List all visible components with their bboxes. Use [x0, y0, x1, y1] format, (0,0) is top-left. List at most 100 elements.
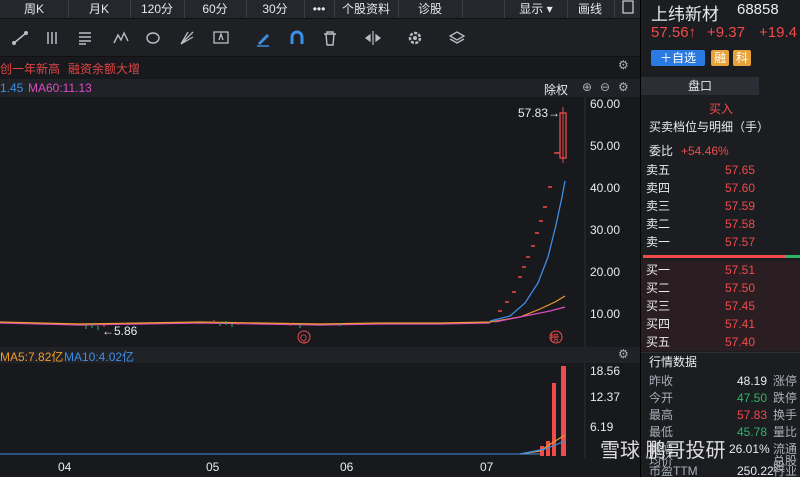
gann-tool-icon[interactable]	[172, 19, 202, 56]
signal-margin-increase[interactable]: 融资余额大增	[68, 60, 140, 77]
ask-label: 卖五	[646, 163, 671, 177]
webi-row: 委比 +54.46%	[641, 142, 800, 160]
price-tick-50: 50.00	[590, 139, 620, 153]
quote-row: 市盈TTM 250.22 行业	[641, 466, 800, 477]
gear-icon[interactable]: ⚙	[618, 80, 629, 94]
ask-label: 卖一	[646, 235, 671, 249]
x-tick-06: 06	[340, 460, 354, 474]
ask-label: 卖四	[646, 181, 671, 195]
vol-tick-low: 6.19	[590, 420, 614, 434]
tab-30min[interactable]: 30分	[246, 0, 305, 18]
display-menu[interactable]: 显示 ▾	[504, 0, 568, 18]
ask-row[interactable]: 卖三 57.59	[641, 197, 800, 215]
quote-value: 47.50	[737, 391, 768, 405]
price-tick-60: 60.00	[590, 97, 620, 111]
q-badge-label: Q	[300, 333, 307, 343]
ask-price: 57.60	[725, 181, 756, 195]
tab-more[interactable]: •••	[304, 0, 335, 18]
bid-price: 57.51	[725, 263, 756, 277]
webi-label: 委比	[649, 144, 674, 158]
quote-label: 市盈TTM	[649, 466, 698, 477]
bid-row[interactable]: 买二 57.50	[641, 279, 800, 297]
chuquan-toggle[interactable]: 除权	[544, 81, 568, 98]
quote-right-label: 量比	[773, 425, 798, 439]
bid-label: 买三	[646, 299, 671, 313]
tab-monthly-k[interactable]: 月K	[68, 0, 131, 18]
fibonacci-tool-icon[interactable]	[70, 19, 100, 56]
bid-row[interactable]: 买五 57.40	[641, 333, 800, 351]
ask-price: 57.59	[725, 199, 756, 213]
buy-sell-ratio-bar-green	[785, 255, 800, 258]
ask-price: 57.57	[725, 235, 756, 249]
bid-row[interactable]: 买一 57.51	[641, 261, 800, 279]
signal-new-high[interactable]: 创一年新高	[0, 60, 60, 77]
bid-price: 57.40	[725, 335, 756, 349]
tab-60min[interactable]: 60分	[184, 0, 247, 18]
price-axis: 60.00 50.00 40.00 30.00 20.00 10.00	[590, 97, 620, 321]
bid-price: 57.45	[725, 299, 756, 313]
star-market-badge[interactable]: 科	[733, 50, 751, 66]
price-tick-40: 40.00	[590, 181, 620, 195]
bid-label: 买一	[646, 263, 671, 277]
price-tick-30: 30.00	[590, 223, 620, 237]
line-segment-tool-icon[interactable]	[5, 19, 35, 56]
tab-diagnosis[interactable]: 诊股	[398, 0, 463, 18]
chevron-down-icon: ▾	[546, 2, 553, 16]
bid-price: 57.41	[725, 317, 756, 331]
layers-icon[interactable]	[442, 19, 472, 56]
tab-weekly-k[interactable]: 周K	[0, 0, 69, 18]
trash-icon[interactable]	[315, 19, 345, 56]
tab-120min[interactable]: 120分	[130, 0, 185, 18]
quote-row: 今开 47.50 跌停	[641, 389, 800, 407]
quote-row: 昨收 48.19 涨停	[641, 372, 800, 390]
margin-badge[interactable]: 融	[711, 50, 729, 66]
wave-tool-icon[interactable]	[106, 19, 136, 56]
price-change: +9.37	[707, 24, 745, 41]
quote-value: 250.22	[737, 466, 774, 477]
zoom-in-icon[interactable]: ⊕	[582, 80, 592, 94]
drawing-toolbar	[0, 19, 640, 57]
bid-row[interactable]: 买三 57.45	[641, 297, 800, 315]
ask-row[interactable]: 卖二 57.58	[641, 215, 800, 233]
ask-label: 卖二	[646, 217, 671, 231]
magnet-icon[interactable]	[282, 19, 312, 56]
last-price: 57.56↑	[651, 24, 697, 41]
quote-label: 昨收	[649, 374, 674, 388]
quote-row: 最高 57.83 换手	[641, 406, 800, 424]
ask-row[interactable]: 卖五 57.65	[641, 161, 800, 179]
add-watchlist-button[interactable]: ＋自选	[651, 50, 705, 66]
candles-rising	[498, 186, 552, 312]
gear-icon[interactable]: ⚙	[618, 58, 629, 72]
pen-icon[interactable]	[248, 19, 278, 56]
tab-stock-profile[interactable]: 个股资料	[334, 0, 399, 18]
tab-order-book[interactable]: 盘口	[641, 77, 759, 95]
price-chart[interactable]: 60.00 50.00 40.00 30.00 20.00 10.00 57.8…	[0, 97, 640, 347]
period-bar: 周K 月K 120分 60分 30分 ••• 个股资料 诊股 显示 ▾ 画线	[0, 0, 640, 19]
window-icon[interactable]	[618, 0, 638, 18]
expand-horizontal-icon[interactable]	[358, 19, 388, 56]
display-label: 显示	[519, 2, 544, 16]
zoom-out-icon[interactable]: ⊖	[600, 80, 610, 94]
time-axis: 04 05 06 07	[0, 458, 640, 477]
bid-row[interactable]: 买四 57.41	[641, 315, 800, 333]
quote-data-title: 行情数据	[641, 352, 800, 371]
parallel-lines-tool-icon[interactable]	[38, 19, 68, 56]
bid-label: 买二	[646, 281, 671, 295]
cycle-tool-icon[interactable]	[138, 19, 168, 56]
draw-menu[interactable]: 画线	[566, 0, 615, 18]
settings-gear-icon[interactable]	[400, 19, 430, 56]
ask-row[interactable]: 卖四 57.60	[641, 179, 800, 197]
webi-value: +54.46%	[681, 144, 729, 158]
ma-pink-tail	[494, 306, 566, 323]
ma60-value: MA60:11.13	[28, 81, 92, 95]
bid-label: 买五	[646, 335, 671, 349]
order-book-title: 买卖档位与明细（手）	[649, 120, 770, 134]
stock-name: 上纬新材	[651, 5, 719, 24]
text-annotation-tool-icon[interactable]	[206, 19, 236, 56]
ask-row[interactable]: 卖一 57.57	[641, 233, 800, 251]
signal-tags: 创一年新高 融资余额大增 ⚙	[0, 57, 640, 79]
volume-chart[interactable]: 18.56 12.37 6.19	[0, 363, 640, 458]
gear-icon[interactable]: ⚙	[618, 347, 629, 361]
vol-tick-mid: 12.37	[590, 390, 620, 404]
quote-right-label: 行业	[773, 466, 798, 477]
